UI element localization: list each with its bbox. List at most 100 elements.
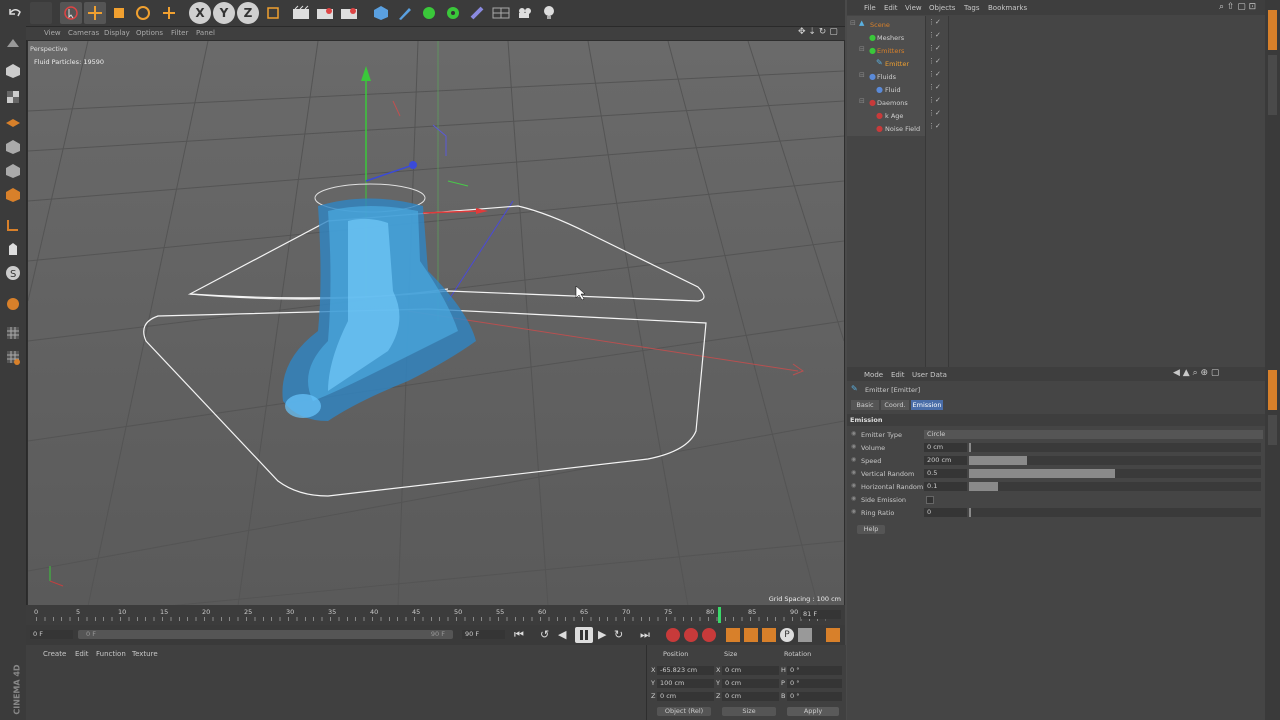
structure-side-tab[interactable] bbox=[1268, 55, 1277, 115]
viewport-menu-view[interactable]: View bbox=[44, 29, 61, 37]
select-tool-icon[interactable] bbox=[60, 2, 82, 24]
size-mode-select[interactable]: Size bbox=[722, 707, 776, 716]
z-axis-lock-button[interactable]: Z bbox=[237, 2, 259, 24]
key-parameter-icon[interactable]: P bbox=[780, 628, 794, 642]
texture-mode-icon[interactable] bbox=[2, 86, 24, 108]
om-menu-view[interactable]: View bbox=[905, 4, 922, 12]
go-to-start-icon[interactable]: ⏮ bbox=[514, 628, 524, 642]
om-menu-edit[interactable]: Edit bbox=[884, 4, 898, 12]
current-frame-field[interactable]: 81 F bbox=[801, 610, 841, 619]
deformer-icon[interactable] bbox=[466, 2, 488, 24]
coordinate-system-icon[interactable] bbox=[262, 2, 284, 24]
timeline-ruler[interactable]: 0 5 10 15 20 25 30 35 40 45 50 55 60 65 … bbox=[26, 605, 845, 625]
viewport-menu-display[interactable]: Display bbox=[104, 29, 130, 37]
visibility-toggle-icon[interactable]: ⋮✓ bbox=[928, 44, 941, 52]
rot-p-field[interactable]: 0 ° bbox=[787, 679, 842, 688]
axis-mode-icon[interactable] bbox=[2, 214, 24, 236]
am-menu-user-data[interactable]: User Data bbox=[912, 371, 947, 379]
coordinate-mode-select[interactable]: Object (Rel) bbox=[657, 707, 711, 716]
om-menu-tags[interactable]: Tags bbox=[964, 4, 980, 12]
objects-side-tab[interactable] bbox=[1268, 10, 1277, 50]
am-menu-mode[interactable]: Mode bbox=[864, 371, 883, 379]
emitter-type-select[interactable]: Circle bbox=[924, 430, 1263, 439]
apply-button[interactable]: Apply bbox=[787, 707, 839, 716]
viewport-menu-panel[interactable]: Panel bbox=[196, 29, 215, 37]
autokey-icon[interactable] bbox=[684, 628, 698, 642]
light-icon[interactable] bbox=[538, 2, 560, 24]
edges-mode-icon[interactable] bbox=[2, 160, 24, 182]
record-active-icon[interactable] bbox=[666, 628, 680, 642]
polygons-mode-icon[interactable] bbox=[2, 184, 24, 206]
size-x-field[interactable]: 0 cm bbox=[722, 666, 779, 675]
am-nav-icons[interactable]: ◀ ▲ ⌕ ⊕ ▢ bbox=[1173, 368, 1219, 378]
param-value-field[interactable]: 0 cm bbox=[924, 443, 967, 452]
grid-icon[interactable] bbox=[2, 346, 24, 368]
tab-basic[interactable]: Basic bbox=[851, 400, 879, 410]
keyframe-selection-icon[interactable] bbox=[702, 628, 716, 642]
array-icon[interactable] bbox=[442, 2, 464, 24]
attributes-side-tab[interactable] bbox=[1268, 370, 1277, 410]
visibility-toggle-icon[interactable]: ⋮✓ bbox=[928, 122, 941, 130]
start-frame-field[interactable]: 0 F bbox=[30, 630, 73, 639]
quantize-icon[interactable] bbox=[2, 292, 24, 314]
object-row-emitters[interactable]: ⊟ ● Emitters bbox=[847, 44, 1265, 57]
object-row-noise-field[interactable]: ● Noise Field bbox=[847, 122, 1265, 135]
am-menu-edit[interactable]: Edit bbox=[891, 371, 905, 379]
environment-icon[interactable] bbox=[490, 2, 512, 24]
cube-icon[interactable] bbox=[370, 2, 392, 24]
visibility-toggle-icon[interactable]: ⋮✓ bbox=[928, 96, 941, 104]
rot-h-field[interactable]: 0 ° bbox=[787, 666, 842, 675]
param-slider[interactable] bbox=[969, 456, 1261, 465]
go-to-end-icon[interactable]: ⏭ bbox=[640, 628, 650, 642]
key-position-icon[interactable] bbox=[726, 628, 740, 642]
param-value-field[interactable]: 0.1 bbox=[924, 482, 967, 491]
loop-icon[interactable]: ↺ bbox=[540, 628, 549, 641]
visibility-toggle-icon[interactable]: ⋮✓ bbox=[928, 70, 941, 78]
viewport-nav-icons[interactable]: ✥ ⇣ ↻ ▢ bbox=[798, 27, 838, 37]
param-slider[interactable] bbox=[969, 482, 1261, 491]
camera-icon[interactable] bbox=[514, 2, 536, 24]
object-row-daemons[interactable]: ⊟ ● Daemons bbox=[847, 96, 1265, 109]
param-value-field[interactable]: 0.5 bbox=[924, 469, 967, 478]
move-tool-icon[interactable] bbox=[84, 2, 106, 24]
key-rotation-icon[interactable] bbox=[762, 628, 776, 642]
tweak-mode-icon[interactable] bbox=[2, 238, 24, 260]
pos-z-field[interactable]: 0 cm bbox=[657, 692, 714, 701]
material-menu-edit[interactable]: Edit bbox=[75, 650, 89, 658]
playhead[interactable] bbox=[718, 607, 721, 623]
workplane-icon[interactable] bbox=[2, 110, 24, 132]
visibility-toggle-icon[interactable]: ⋮✓ bbox=[928, 31, 941, 39]
render-view-icon[interactable] bbox=[290, 2, 312, 24]
size-z-field[interactable]: 0 cm bbox=[722, 692, 779, 701]
size-y-field[interactable]: 0 cm bbox=[722, 679, 779, 688]
object-row-emitter[interactable]: ✎ Emitter bbox=[847, 57, 1265, 70]
object-row-k-age[interactable]: ● k Age bbox=[847, 109, 1265, 122]
play-forward-icon[interactable]: ↻ bbox=[614, 628, 623, 641]
visibility-toggle-icon[interactable]: ⋮✓ bbox=[928, 18, 941, 26]
step-back-icon[interactable]: ◀ bbox=[558, 628, 566, 641]
viewport-menu-options[interactable]: Options bbox=[136, 29, 163, 37]
x-axis-lock-button[interactable]: X bbox=[189, 2, 211, 24]
visibility-toggle-icon[interactable]: ⋮✓ bbox=[928, 83, 941, 91]
pos-y-field[interactable]: 100 cm bbox=[657, 679, 714, 688]
param-slider[interactable] bbox=[969, 508, 1261, 517]
viewport-menu-cameras[interactable]: Cameras bbox=[68, 29, 99, 37]
om-menu-objects[interactable]: Objects bbox=[929, 4, 955, 12]
param-value-field[interactable]: 200 cm bbox=[924, 456, 967, 465]
key-scale-icon[interactable] bbox=[744, 628, 758, 642]
render-picture-viewer-icon[interactable] bbox=[314, 2, 336, 24]
3d-viewport[interactable]: Perspective Fluid Particles: 19590 Grid … bbox=[27, 40, 845, 607]
object-row-fluids[interactable]: ⊟ ● Fluids bbox=[847, 70, 1265, 83]
viewport-menu-filter[interactable]: Filter bbox=[171, 29, 188, 37]
side-emission-checkbox[interactable] bbox=[926, 496, 934, 504]
param-slider[interactable] bbox=[969, 469, 1261, 478]
key-pla-icon[interactable] bbox=[798, 628, 812, 642]
object-row-scene[interactable]: ⊟ ▲ Scene bbox=[847, 18, 1265, 31]
rotate-tool-icon[interactable] bbox=[132, 2, 154, 24]
snap-icon[interactable]: S bbox=[2, 262, 24, 284]
scale-tool-icon[interactable] bbox=[108, 2, 130, 24]
object-row-meshers[interactable]: ● Meshers bbox=[847, 31, 1265, 44]
end-frame-field[interactable]: 90 F bbox=[462, 630, 505, 639]
help-button[interactable]: Help bbox=[857, 525, 885, 534]
live-selection-icon[interactable] bbox=[158, 2, 180, 24]
